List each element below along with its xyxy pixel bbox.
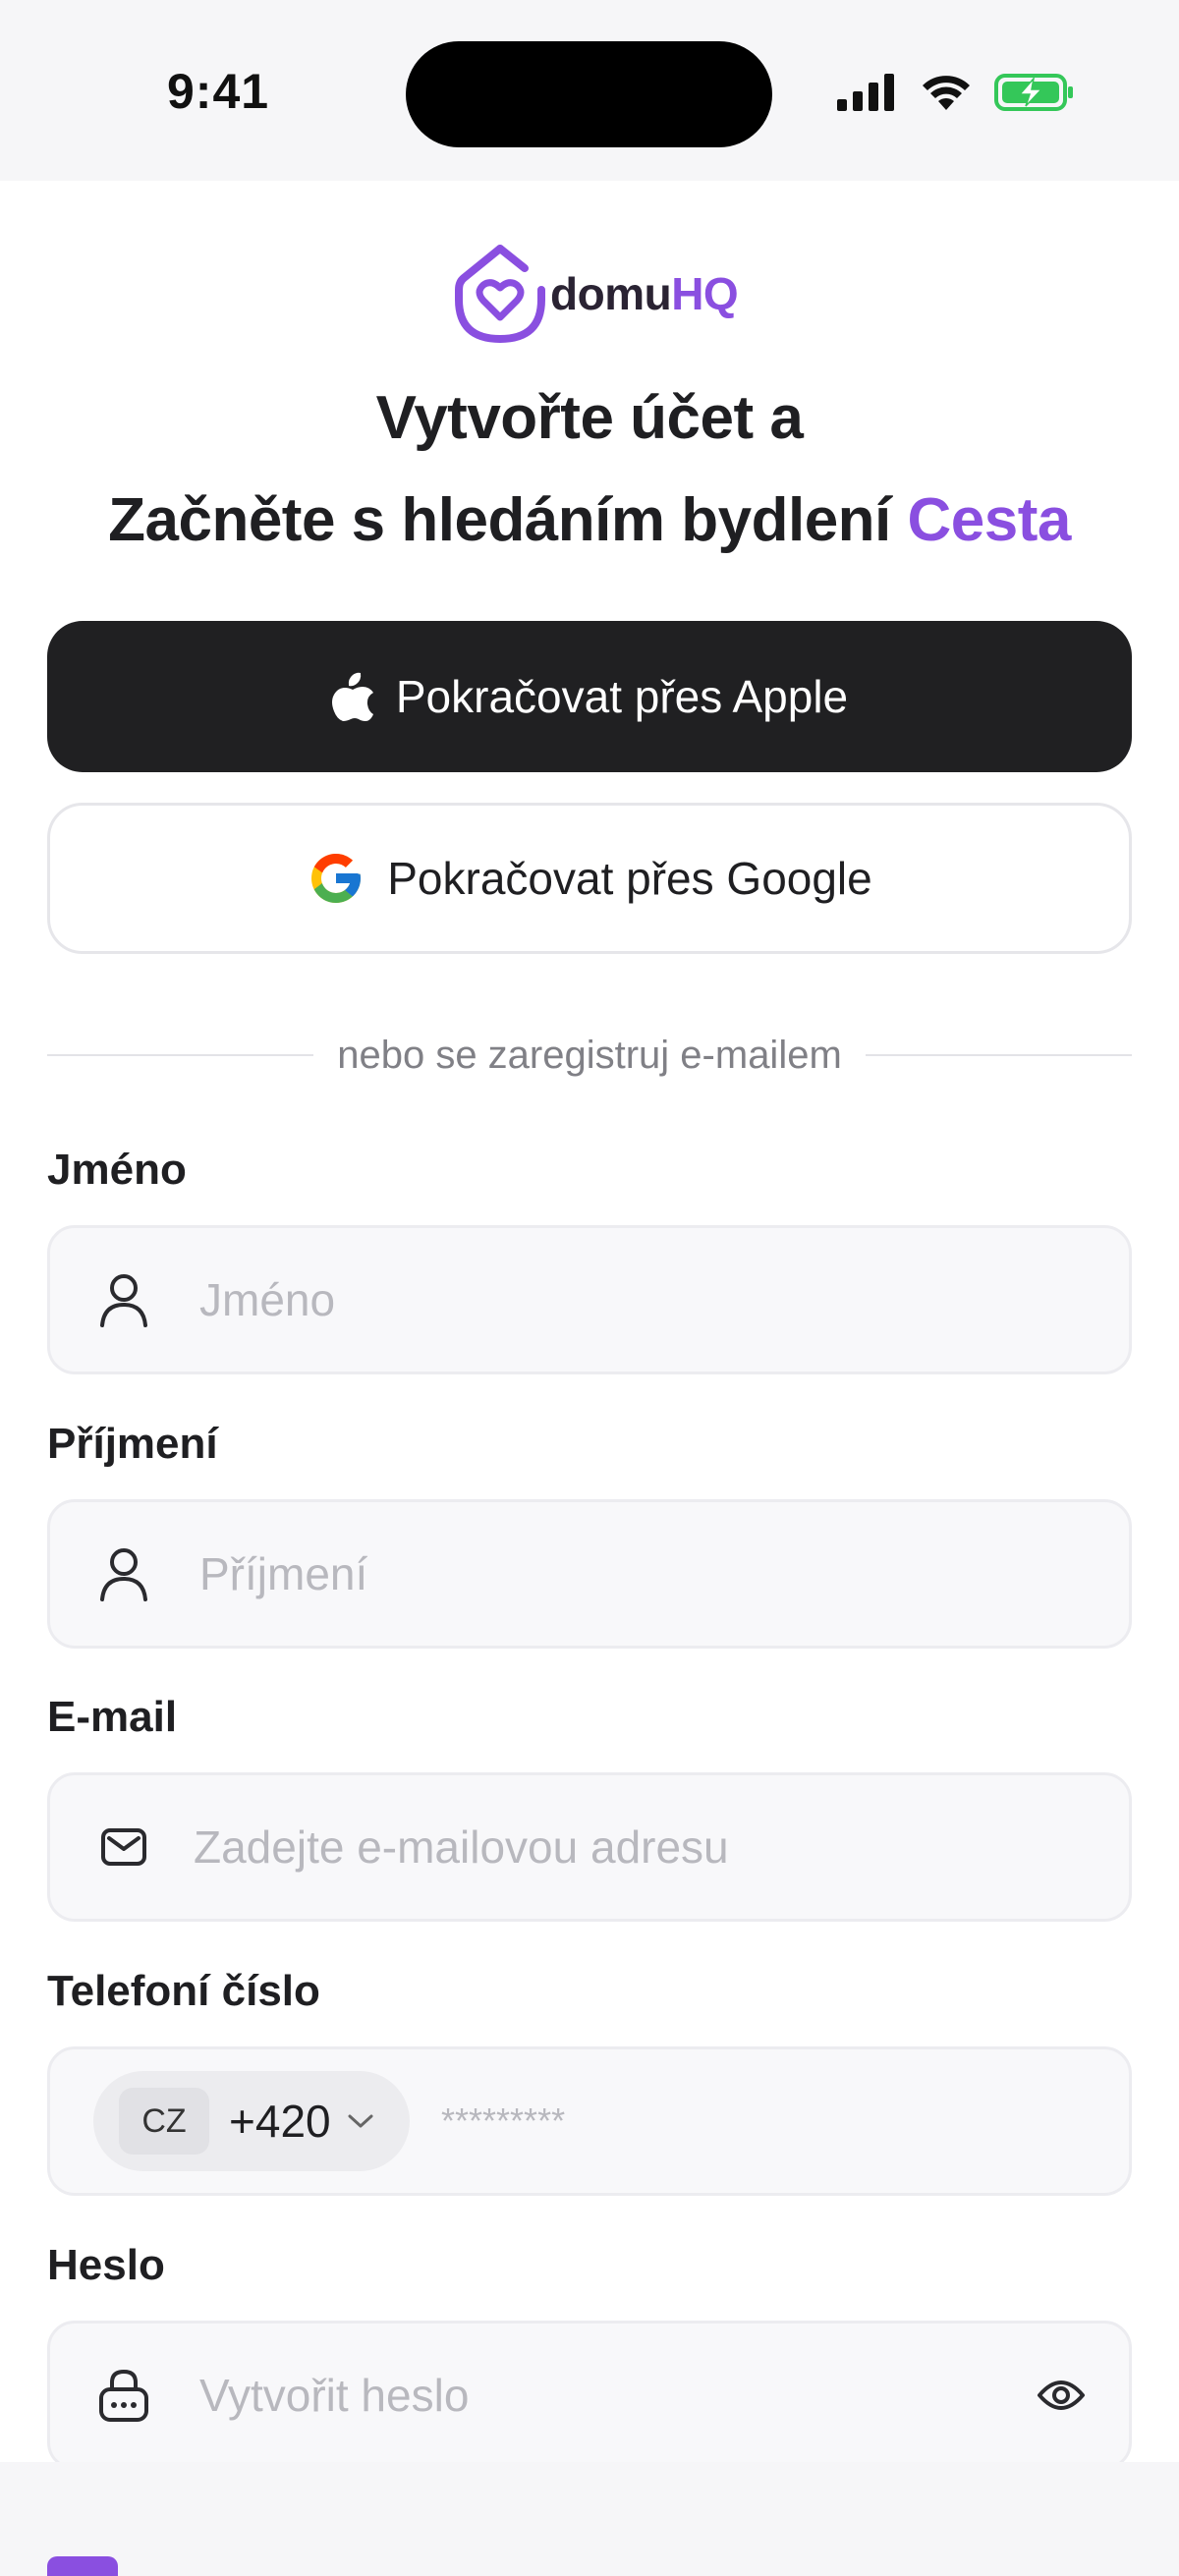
email-label: E-mail [47,1693,178,1741]
phone-input[interactable] [439,2100,1129,2143]
apple-icon [331,672,373,721]
bottom-accent-element [47,2556,118,2576]
first-name-field[interactable] [47,1225,1132,1374]
signup-sheet: domuHQ Vytvořte účet a Začněte s hledání… [0,181,1179,2470]
or-divider: nebo se zaregistruj e-mailem [47,1026,1132,1085]
password-input[interactable] [197,2368,1037,2423]
brand-wordmark: domuHQ [550,267,739,320]
brand-name-part2: HQ [671,268,739,319]
email-input[interactable] [192,1820,1129,1875]
heart-house-logo-icon [455,245,545,343]
email-field[interactable] [47,1772,1132,1922]
password-field[interactable] [47,2321,1132,2470]
status-icons [837,73,1075,112]
continue-with-apple-button[interactable]: Pokračovat přes Apple [47,621,1132,772]
country-code-selector[interactable]: CZ +420 [93,2071,410,2171]
phone-field[interactable]: CZ +420 [47,2046,1132,2196]
first-name-label: Jméno [47,1146,187,1194]
password-label: Heslo [47,2241,165,2289]
user-icon [80,1271,168,1328]
title-line-2-accent: Cesta [907,486,1072,554]
google-icon [311,854,362,903]
divider-line-right [865,1054,1132,1056]
battery-charging-icon [994,74,1073,111]
eye-icon[interactable] [1037,2376,1086,2415]
apple-button-label: Pokračovat přes Apple [395,671,849,722]
dial-code: +420 [229,2096,331,2147]
last-name-input[interactable] [197,1546,1129,1601]
status-bar: 9:41 [0,0,1179,181]
title-line-2: Začněte s hledáním bydlení Cesta [0,470,1179,572]
title-line-2-main: Začněte s hledáním bydlení [108,486,891,554]
lock-icon [80,2368,168,2423]
phone-label: Telefoní číslo [47,1967,320,2015]
divider-text: nebo se zaregistruj e-mailem [337,1033,842,1077]
status-time: 9:41 [167,64,270,119]
title-line-1: Vytvořte účet a [375,384,804,452]
last-name-label: Příjmení [47,1420,218,1468]
mail-icon [80,1828,168,1866]
page-title: Vytvořte účet a Začněte s hledáním bydle… [0,367,1179,572]
user-icon [80,1545,168,1602]
bottom-area [0,2462,1179,2576]
country-code-badge: CZ [119,2088,209,2155]
dynamic-island [406,41,772,147]
brand-name-part1: domu [550,268,672,319]
cellular-signal-icon [837,74,894,111]
first-name-input[interactable] [197,1272,1129,1327]
last-name-field[interactable] [47,1499,1132,1649]
wifi-icon [923,76,970,110]
brand-logo: domuHQ [454,240,739,348]
google-button-label: Pokračovat přes Google [387,853,872,904]
divider-line-left [47,1054,314,1056]
continue-with-google-button[interactable]: Pokračovat přes Google [47,803,1132,954]
chevron-down-icon [347,2112,374,2130]
